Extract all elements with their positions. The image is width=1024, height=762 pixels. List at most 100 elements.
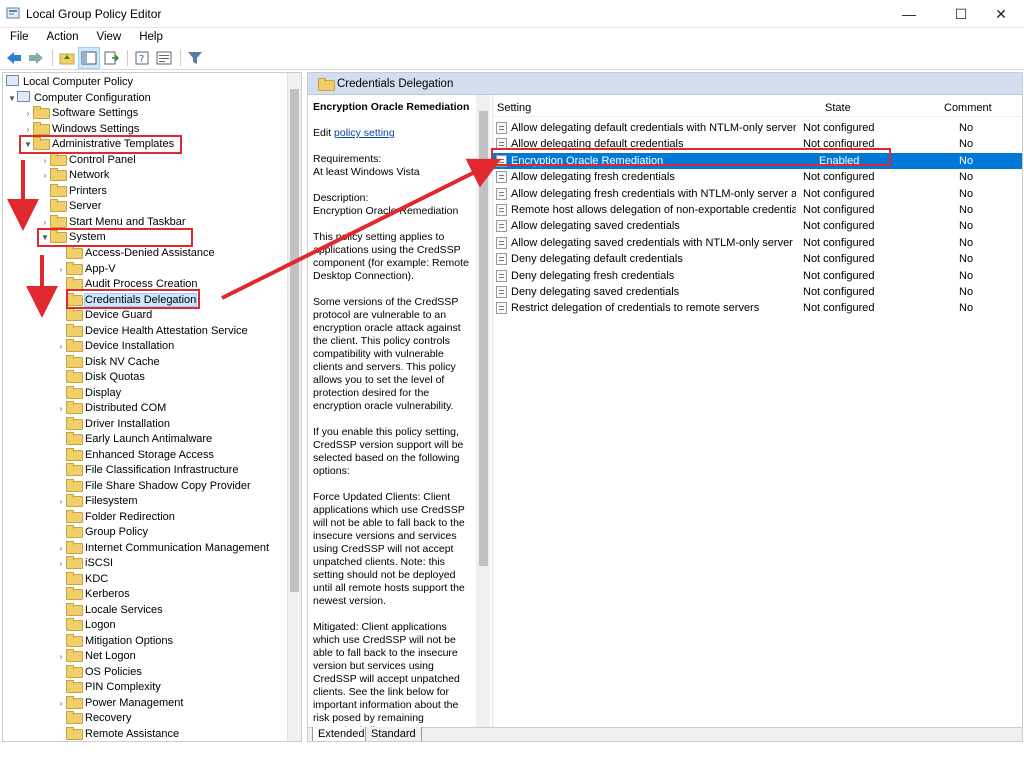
column-comment[interactable]: Comment [944, 102, 992, 114]
setting-row[interactable]: Encryption Oracle Remediation Enabled No [493, 152, 1022, 169]
tree-administrative-templates[interactable]: ▼ Administrative Templates [23, 137, 174, 152]
chevron-right-icon[interactable]: › [56, 541, 66, 556]
chevron-right-icon[interactable]: › [40, 168, 50, 183]
tree-start-menu[interactable]: › Start Menu and Taskbar [40, 215, 186, 230]
setting-row[interactable]: Deny delegating fresh credentials Not con… [493, 268, 1022, 284]
column-setting[interactable]: Setting [497, 102, 531, 114]
chevron-right-icon[interactable]: › [56, 556, 66, 571]
tree-server[interactable]: Server [40, 199, 101, 214]
chevron-right-icon[interactable]: › [40, 215, 50, 230]
tree-system-child[interactable]: Disk NV Cache [56, 354, 160, 370]
tree-system-child[interactable]: Credentials Delegation [56, 292, 198, 308]
column-state[interactable]: State [825, 102, 851, 114]
tree-system-child[interactable]: PIN Complexity [56, 680, 161, 695]
minimize-button[interactable]: — [886, 0, 932, 28]
tree-system-child[interactable]: Audit Process Creation [56, 277, 198, 292]
setting-row[interactable]: Allow delegating saved credentials Not co… [493, 218, 1022, 234]
tree-pane[interactable]: Local Computer Policy ▼ Computer Configur… [2, 72, 302, 742]
description-scrollbar[interactable] [476, 95, 490, 727]
chevron-right-icon[interactable]: › [23, 106, 33, 121]
tree-system-child[interactable]: Remote Assistance [56, 726, 179, 742]
setting-row[interactable]: Deny delegating default credentials Not c… [493, 251, 1022, 267]
tree-system-child[interactable]: Kerberos [56, 587, 130, 602]
setting-row[interactable]: Deny delegating saved credentials Not con… [493, 284, 1022, 300]
chevron-down-icon[interactable]: ▼ [7, 91, 17, 106]
chevron-right-icon[interactable]: › [56, 494, 66, 509]
tab-extended[interactable]: Extended [312, 727, 371, 741]
chevron-right-icon[interactable]: › [56, 696, 66, 711]
setting-row[interactable]: Allow delegating fresh credentials Not co… [493, 169, 1022, 185]
tree-system-child[interactable]: › Distributed COM [56, 401, 166, 416]
show-hide-tree-icon[interactable] [78, 46, 100, 69]
tree-scrollbar[interactable] [287, 73, 301, 741]
chevron-right-icon[interactable]: › [56, 262, 66, 277]
tree-system-child[interactable]: › Power Management [56, 695, 183, 711]
tree-software-settings[interactable]: › Software Settings [23, 106, 138, 121]
chevron-right-icon[interactable]: › [56, 649, 66, 664]
settings-list: Setting State Comment Allow delegating d… [493, 95, 1022, 727]
menu-view[interactable]: View [87, 31, 130, 43]
edit-policy-setting-link[interactable]: policy setting [334, 127, 395, 139]
tree-system-child[interactable]: › iSCSI [56, 556, 113, 571]
tree-computer-configuration[interactable]: ▼ Computer Configuration [7, 91, 151, 106]
tree-system-child[interactable]: Early Launch Antimalware [56, 432, 212, 447]
forward-icon[interactable] [26, 48, 46, 68]
folder-icon [66, 494, 83, 507]
requirements-value: At least Windows Vista [313, 166, 420, 178]
tree-system-child[interactable]: Enhanced Storage Access [56, 447, 214, 463]
tree-system-child[interactable]: Recovery [56, 711, 131, 726]
tab-standard[interactable]: Standard [365, 727, 422, 741]
tree-system-child[interactable]: › Filesystem [56, 494, 138, 509]
tree-system-child[interactable]: KDC [56, 571, 108, 587]
chevron-down-icon[interactable]: ▼ [23, 137, 33, 152]
tree-system-child[interactable]: › Device Installation [56, 339, 174, 354]
tree-control-panel[interactable]: › Control Panel [40, 153, 136, 168]
tree-system-child[interactable]: › Net Logon [56, 649, 136, 664]
tree-system-child[interactable]: Device Guard [56, 308, 152, 323]
tree-system-child[interactable]: OS Policies [56, 664, 142, 680]
tree-system-child[interactable]: Display [56, 385, 121, 401]
chevron-right-icon[interactable]: › [56, 401, 66, 416]
menu-file[interactable]: File [0, 31, 37, 43]
setting-row[interactable]: Allow delegating fresh credentials with … [493, 186, 1022, 202]
menu-help[interactable]: Help [129, 31, 171, 43]
help-icon[interactable]: ? [132, 48, 152, 68]
tree-system-child[interactable]: › App-V [56, 261, 116, 277]
back-icon[interactable] [4, 48, 24, 68]
folder-icon [66, 602, 83, 616]
tree-system-child[interactable]: Device Health Attestation Service [56, 323, 248, 339]
up-folder-icon[interactable] [57, 48, 77, 68]
setting-row[interactable]: Restrict delegation of credentials to re… [493, 300, 1022, 316]
tree-system-child[interactable]: Access-Denied Assistance [56, 246, 215, 261]
tree-system-child[interactable]: Driver Installation [56, 416, 170, 432]
tree-system-child[interactable]: File Share Shadow Copy Provider [56, 478, 251, 494]
description-scrollbar-thumb[interactable] [479, 111, 488, 566]
close-button[interactable]: ✕ [978, 0, 1024, 28]
tree-system-child[interactable]: Logon [56, 618, 116, 633]
chevron-right-icon[interactable]: › [56, 339, 66, 354]
tree-root[interactable]: Local Computer Policy [6, 75, 133, 90]
setting-row[interactable]: Allow delegating saved credentials with … [493, 235, 1022, 251]
chevron-down-icon[interactable]: ▼ [40, 230, 50, 245]
tree-system-child[interactable]: Group Policy [56, 525, 148, 540]
chevron-right-icon[interactable]: › [40, 153, 50, 168]
tree-system-child[interactable]: Locale Services [56, 602, 163, 618]
setting-row[interactable]: Allow delegating default credentials wit… [493, 120, 1022, 136]
tree-system-child[interactable]: Mitigation Options [56, 633, 173, 649]
tree-system[interactable]: ▼ System [40, 230, 106, 245]
tree-system-child[interactable]: File Classification Infrastructure [56, 463, 238, 478]
tree-scrollbar-thumb[interactable] [290, 89, 299, 592]
setting-row[interactable]: Remote host allows delegation of non-exp… [493, 202, 1022, 218]
setting-row[interactable]: Allow delegating default credentials Not … [493, 136, 1022, 152]
properties-icon[interactable] [154, 48, 174, 68]
tree-windows-settings[interactable]: › Windows Settings [23, 122, 139, 137]
tree-printers[interactable]: Printers [40, 184, 107, 199]
export-list-icon[interactable] [101, 48, 121, 68]
filter-icon[interactable] [185, 48, 205, 68]
chevron-right-icon[interactable]: › [23, 122, 33, 137]
menu-action[interactable]: Action [37, 31, 87, 43]
tree-system-child[interactable]: Disk Quotas [56, 370, 145, 385]
tree-system-child[interactable]: › Internet Communication Management [56, 540, 269, 556]
tree-network[interactable]: › Network [40, 168, 109, 183]
tree-system-child[interactable]: Folder Redirection [56, 509, 175, 525]
